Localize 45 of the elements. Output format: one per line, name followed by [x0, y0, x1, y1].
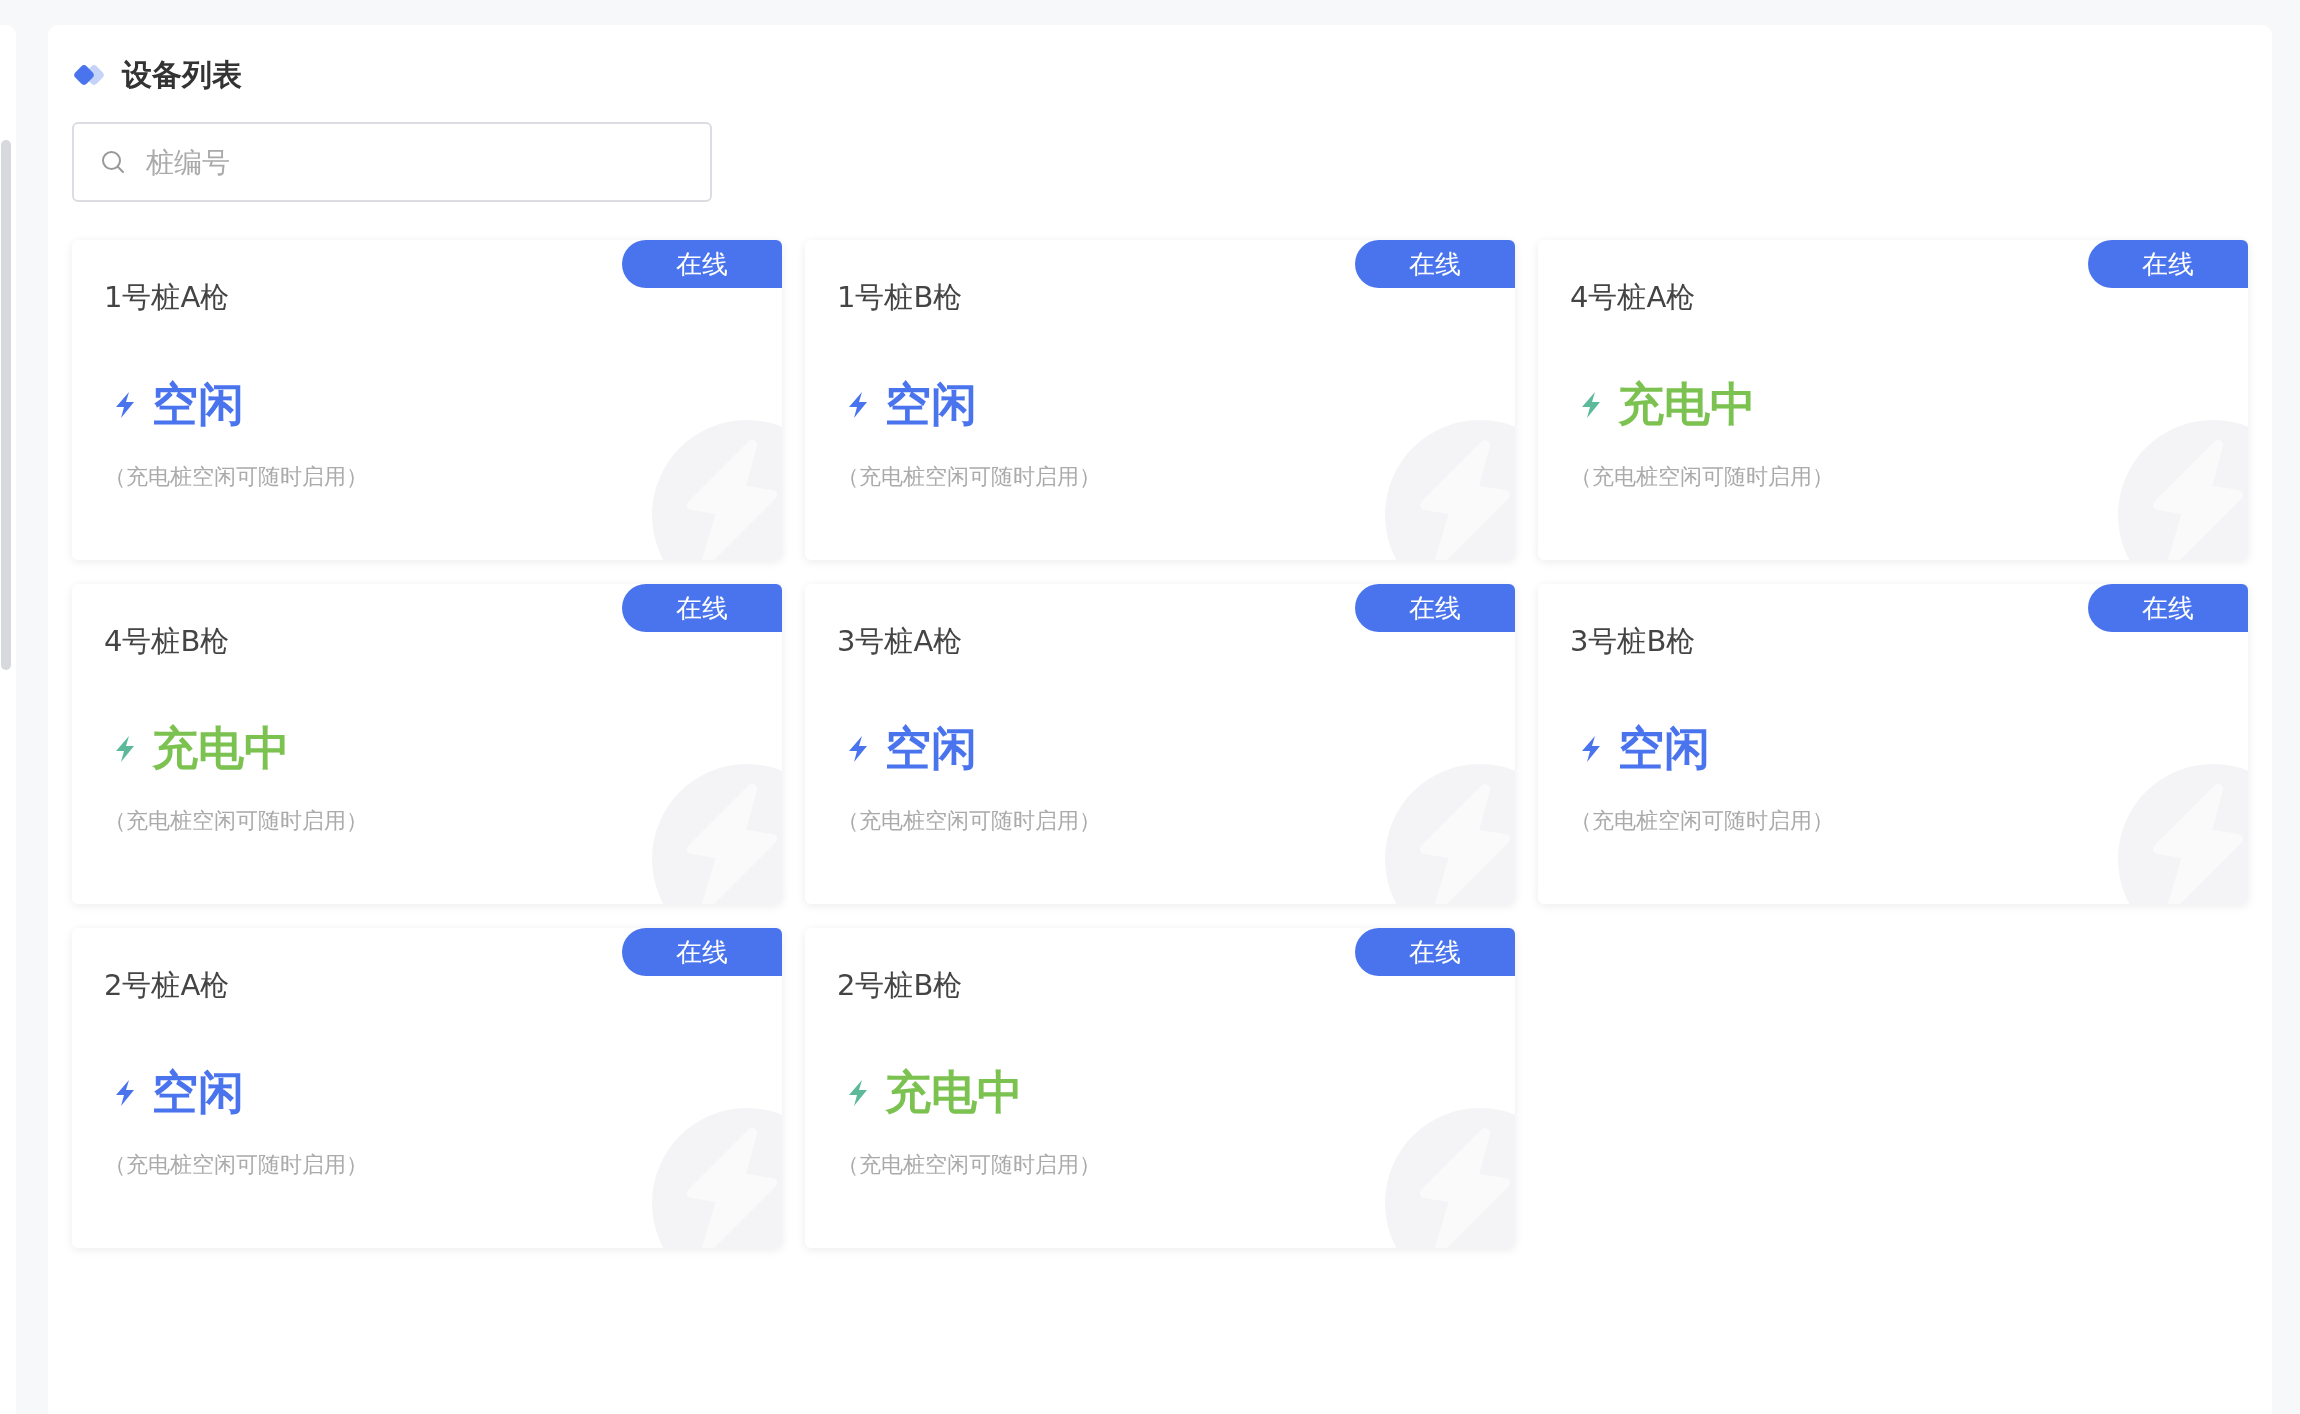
search-field[interactable]: 桩编号 [72, 122, 712, 202]
device-name: 1号桩A枪 [104, 279, 231, 316]
status-text: 空闲 [885, 376, 977, 433]
status-note: （充电桩空闲可随时启用） [104, 1151, 369, 1179]
online-badge: 在线 [1355, 240, 1515, 288]
device-name: 1号桩B枪 [837, 279, 964, 316]
status-text: 充电中 [152, 720, 290, 777]
device-card[interactable]: 在线 2号桩A枪 空闲 （充电桩空闲可随时启用） [72, 928, 782, 1248]
online-badge: 在线 [2088, 584, 2248, 632]
device-name: 4号桩B枪 [104, 623, 231, 660]
status-note: （充电桩空闲可随时启用） [104, 807, 369, 835]
device-name: 2号桩A枪 [104, 967, 231, 1004]
device-card[interactable]: 在线 1号桩A枪 空闲 （充电桩空闲可随时启用） [72, 240, 782, 560]
device-card[interactable]: 在线 3号桩A枪 空闲 （充电桩空闲可随时启用） [805, 584, 1515, 904]
status-text: 充电中 [1618, 376, 1756, 433]
online-badge: 在线 [622, 928, 782, 976]
status-note: （充电桩空闲可随时启用） [1570, 807, 1835, 835]
device-name: 4号桩A枪 [1570, 279, 1697, 316]
device-name: 3号桩A枪 [837, 623, 964, 660]
device-card[interactable]: 在线 2号桩B枪 充电中 （充电桩空闲可随时启用） [805, 928, 1515, 1248]
online-badge: 在线 [2088, 240, 2248, 288]
status-text: 充电中 [885, 1064, 1023, 1121]
panel-title: 设备列表 [122, 55, 242, 94]
status-note: （充电桩空闲可随时启用） [837, 1151, 1102, 1179]
status-text: 空闲 [152, 376, 244, 433]
device-name: 2号桩B枪 [837, 967, 964, 1004]
diamond-icon [72, 63, 106, 87]
device-card[interactable]: 在线 4号桩A枪 充电中 （充电桩空闲可随时启用） [1538, 240, 2248, 560]
scrollbar[interactable] [1, 140, 11, 670]
online-badge: 在线 [1355, 928, 1515, 976]
status-note: （充电桩空闲可随时启用） [1570, 463, 1835, 491]
status-note: （充电桩空闲可随时启用） [104, 463, 369, 491]
online-badge: 在线 [1355, 584, 1515, 632]
device-card[interactable]: 在线 1号桩B枪 空闲 （充电桩空闲可随时启用） [805, 240, 1515, 560]
online-badge: 在线 [622, 240, 782, 288]
device-name: 3号桩B枪 [1570, 623, 1697, 660]
search-icon [100, 149, 126, 175]
status-text: 空闲 [885, 720, 977, 777]
status-note: （充电桩空闲可随时启用） [837, 463, 1102, 491]
device-card[interactable]: 在线 4号桩B枪 充电中 （充电桩空闲可随时启用） [72, 584, 782, 904]
status-note: （充电桩空闲可随时启用） [837, 807, 1102, 835]
status-text: 空闲 [152, 1064, 244, 1121]
device-card[interactable]: 在线 3号桩B枪 空闲 （充电桩空闲可随时启用） [1538, 584, 2248, 904]
status-text: 空闲 [1618, 720, 1710, 777]
online-badge: 在线 [622, 584, 782, 632]
